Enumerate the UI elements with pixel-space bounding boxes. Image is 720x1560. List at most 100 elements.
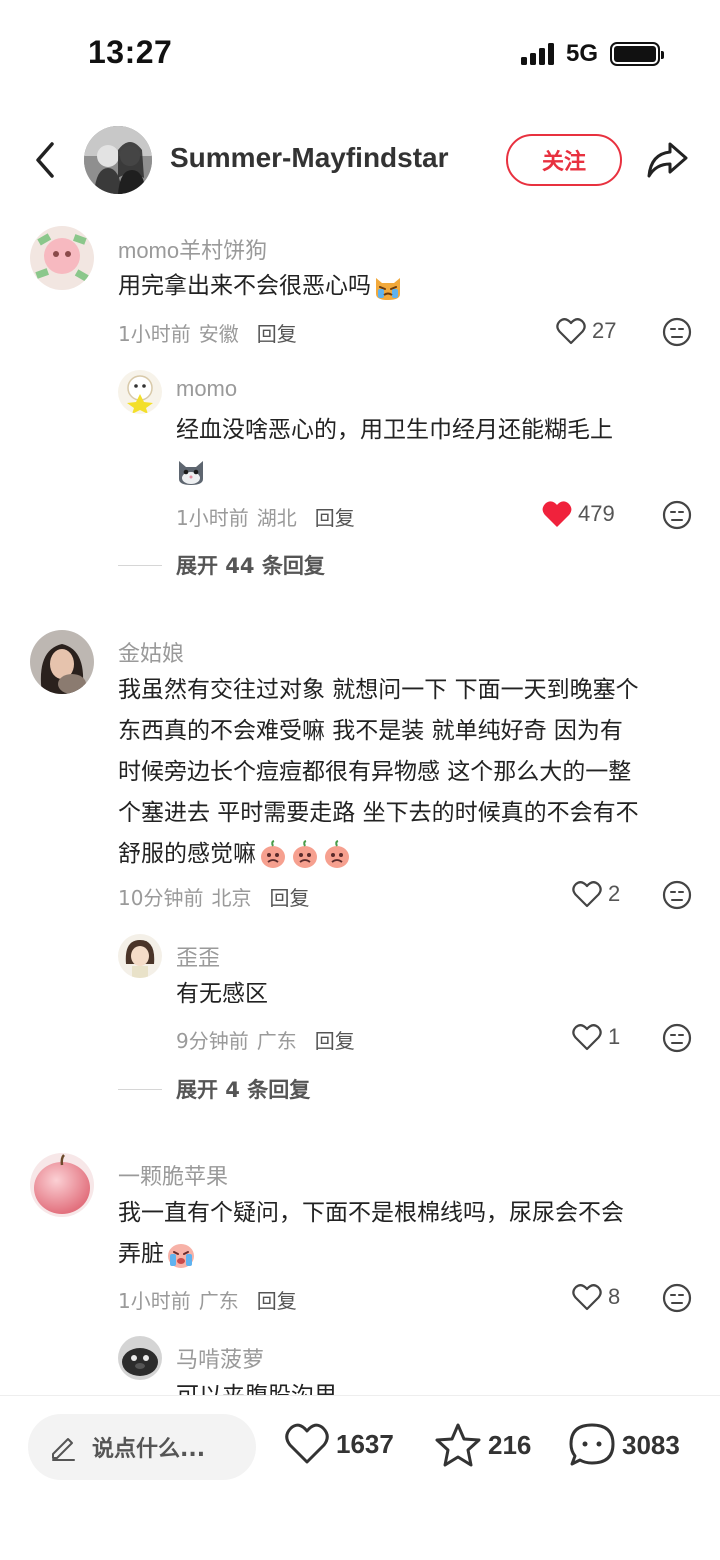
expand-replies-button[interactable]: 展开 4 条回复 [118,1074,310,1104]
comment-username[interactable]: 一颗脆苹果 [118,1159,228,1191]
follow-button[interactable]: 关注 [506,134,622,186]
expand-replies-button[interactable]: 展开 44 条回复 [118,550,325,580]
cat-crying-emoji-icon [376,277,400,300]
post-favorite-count: 216 [488,1429,532,1460]
profile-header: Summer-Mayfindstar 关注 [0,120,720,200]
comment-username[interactable]: momo羊村饼狗 [118,233,267,265]
comment-text-content: 舒服的感觉嘛 [118,841,256,867]
like-button[interactable]: 1 [572,1023,620,1051]
comment-input-placeholder: 说点什么... [92,1437,206,1462]
reply-username[interactable]: 马啃菠萝 [176,1342,264,1374]
reply-button[interactable]: 回复 [257,1285,297,1314]
star-icon [435,1423,481,1467]
reply-button[interactable]: 回复 [315,502,355,531]
network-label: 5G [565,40,598,67]
signal-icon [520,43,554,65]
like-count: 8 [608,1284,621,1309]
comment-time: 10分钟前 [118,886,204,910]
heart-icon [285,1423,329,1464]
comment-text-content: 弄脏 [118,1241,164,1267]
reply-username[interactable]: momo [176,376,237,402]
peach-face-emoji-icon [325,839,349,868]
comment-meta: 10分钟前 北京 回复 [118,882,309,911]
reply-avatar[interactable] [118,1336,162,1380]
share-icon[interactable] [644,138,690,182]
reply-avatar[interactable] [118,370,162,414]
comment-meta: 1小时前 安徽 回复 [118,318,297,347]
comment-text-line-last: 弄脏 [118,1234,698,1275]
status-time: 13:27 [88,34,173,70]
comment-text: 用完拿出来不会很恶心吗 [118,266,403,307]
reply-text: 有无感区 [176,981,268,1007]
comment-meta: 1小时前 广东 回复 [118,1285,297,1314]
comment-bubble-icon [569,1423,615,1466]
avatar[interactable] [30,630,94,694]
comment-time: 1小时前 [118,1289,191,1313]
status-bar: 13:27 5G [0,0,720,100]
comment-text-line: 时候旁边长个痘痘都很有异物感 这个那么大的一整 [118,759,632,785]
reply-text-line: 经血没啥恶心的，用卫生巾经月还能糊毛上 [176,417,613,443]
comment-username[interactable]: 金姑娘 [118,636,184,668]
dislike-face-icon[interactable] [662,500,692,530]
peach-face-emoji-icon [261,839,285,868]
comment-text: 我一直有个疑问，下面不是根棉线吗，尿尿会不会 弄脏 [118,1193,698,1275]
dislike-face-icon[interactable] [662,880,692,910]
comment-text-line: 我一直有个疑问，下面不是根棉线吗，尿尿会不会 [118,1200,624,1226]
comment-text-content: 用完拿出来不会很恶心吗 [118,273,371,299]
reply-meta: 9分钟前 广东 回复 [176,1025,355,1054]
comment-input[interactable]: 说点什么... [28,1414,256,1480]
comment-text-line: 我虽然有交往过对象 就想问一下 下面一天到晚塞个 [118,677,639,703]
heart-icon [572,1024,602,1051]
cat-face-emoji-icon [179,460,203,485]
dislike-face-icon[interactable] [662,1283,692,1313]
heart-icon [572,1284,602,1311]
divider [118,1088,162,1090]
like-count: 479 [578,501,615,526]
heart-icon [572,881,602,908]
author-avatar[interactable] [84,126,152,194]
back-arrow-icon[interactable] [28,138,64,182]
comment-text-line-last: 舒服的感觉嘛 [118,834,698,875]
comment-text: 我虽然有交往过对象 就想问一下 下面一天到晚塞个 东西真的不会难受嘛 我不是装 … [118,670,698,875]
comment-text-line: 东西真的不会难受嘛 我不是装 就单纯好奇 因为有 [118,718,623,744]
expand-replies-label: 展开 4 条回复 [176,1078,311,1102]
bottom-action-bar: 说点什么... 1637 216 3083 [0,1395,720,1560]
author-name[interactable]: Summer-Mayfindstar [170,142,449,174]
battery-icon [610,42,664,66]
reply-meta: 1小时前 湖北 回复 [176,502,355,531]
reply-location: 湖北 [256,506,297,530]
reply-location: 广东 [256,1029,297,1053]
crying-face-emoji-icon [168,1243,194,1268]
post-like-count: 1637 [336,1428,394,1459]
like-count: 1 [608,1024,621,1049]
post-comment-button[interactable]: 3083 [568,1422,680,1468]
heart-icon [556,318,586,345]
comment-location: 广东 [198,1289,239,1313]
comment-text-line: 个塞进去 平时需要走路 坐下去的时候真的不会有不 [118,800,639,826]
post-favorite-button[interactable]: 216 [434,1422,531,1468]
dislike-face-icon[interactable] [662,317,692,347]
peach-face-emoji-icon [293,839,317,868]
post-comment-count: 3083 [622,1429,680,1460]
expand-replies-label: 展开 44 条回复 [176,554,325,578]
like-count: 2 [608,881,621,906]
like-count: 27 [592,318,617,343]
dislike-face-icon[interactable] [662,1023,692,1053]
reply-time: 1小时前 [176,506,249,530]
reply-button[interactable]: 回复 [257,318,297,347]
reply-avatar[interactable] [118,934,162,978]
reply-time: 9分钟前 [176,1029,249,1053]
like-button[interactable]: 27 [556,317,616,345]
like-button[interactable]: 8 [572,1283,620,1311]
like-button[interactable]: 479 [542,500,615,528]
avatar[interactable] [30,1153,94,1217]
like-button[interactable]: 2 [572,880,620,908]
reply-button[interactable]: 回复 [315,1025,355,1054]
status-indicators: 5G [520,40,664,68]
reply-username[interactable]: 歪歪 [176,940,220,972]
reply-button[interactable]: 回复 [269,882,309,911]
post-like-button[interactable]: 1637 [284,1422,394,1466]
reply-text: 经血没啥恶心的，用卫生巾经月还能糊毛上 [176,410,676,492]
avatar[interactable] [30,226,94,290]
comment-location: 安徽 [198,322,239,346]
